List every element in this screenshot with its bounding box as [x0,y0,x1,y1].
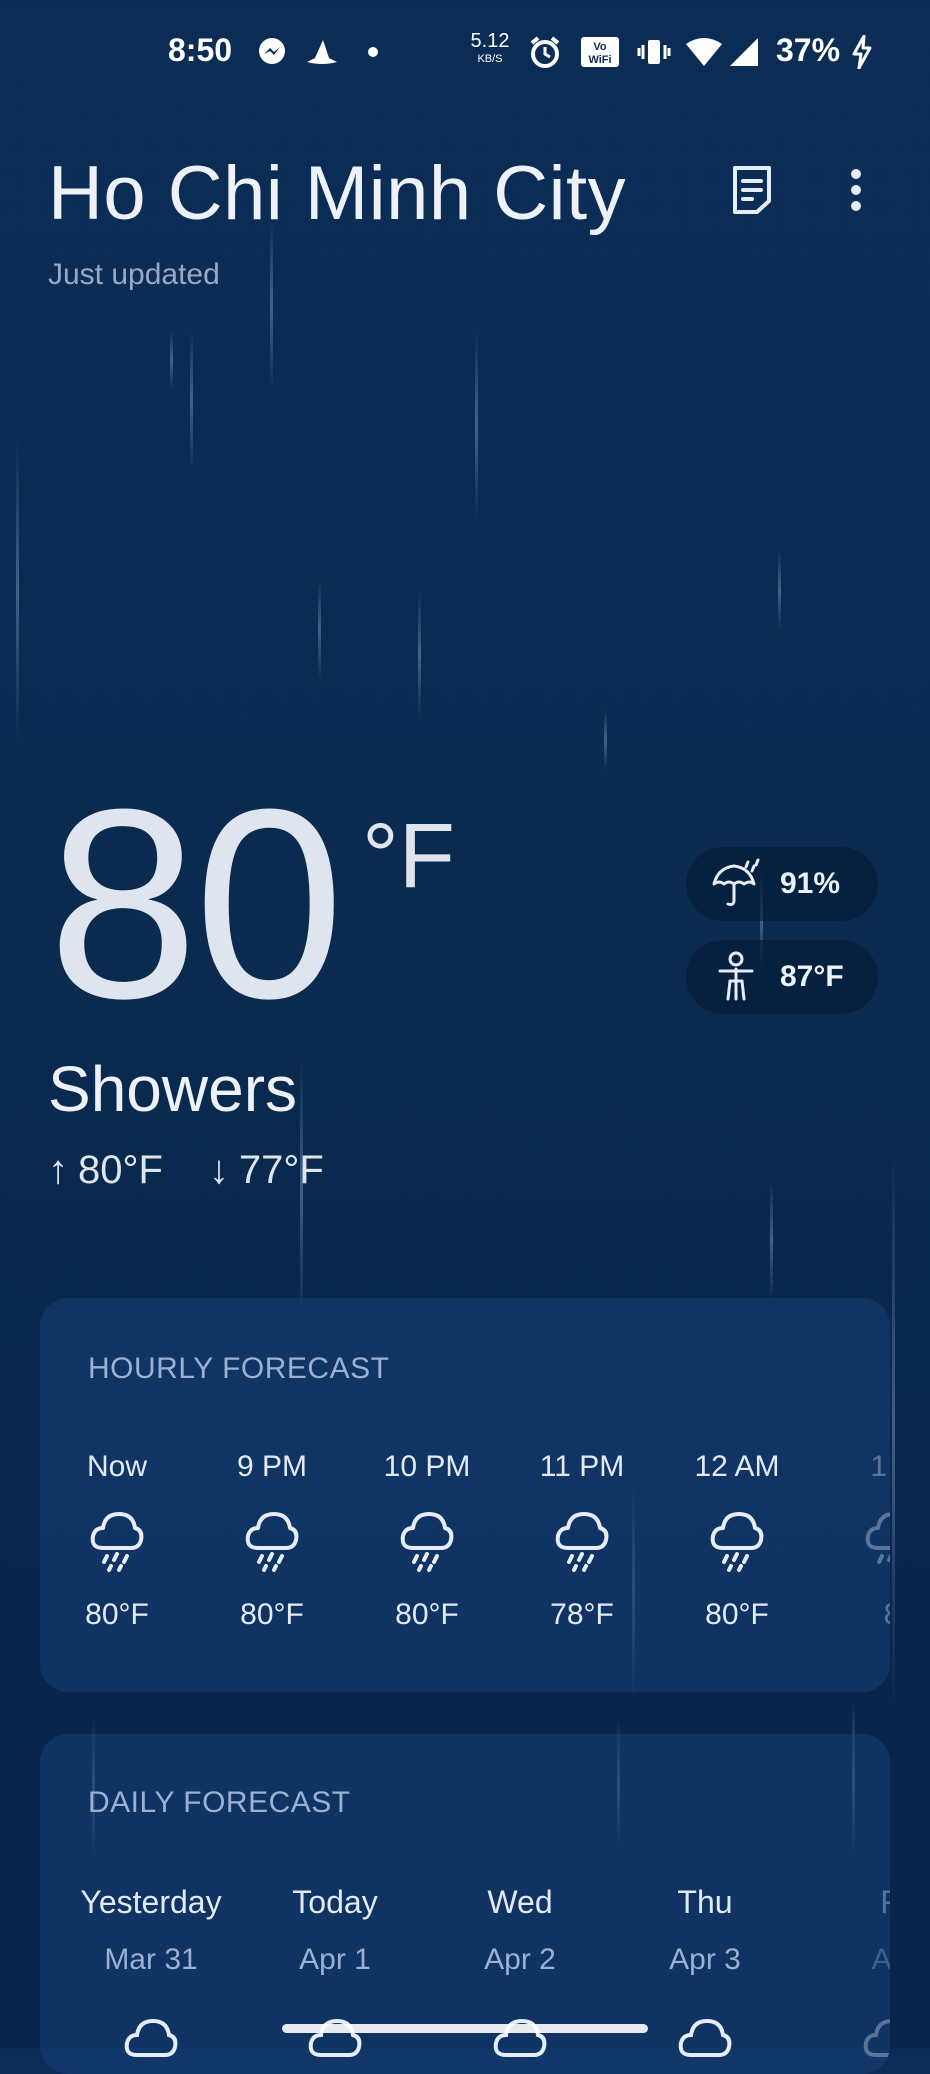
hourly-item[interactable]: 11 PM 78°F [517,1450,647,1632]
day-name: Yesterday [80,1884,222,1920]
notification-dot-icon [366,34,380,70]
document-icon [733,166,771,214]
current-temperature: 80 [48,754,344,1055]
day-date: Apr 3 [669,1943,741,1976]
cloud-icon [620,2017,790,2057]
day-name: Thu [677,1884,733,1920]
day-name: F [880,1884,890,1920]
high-low: ↑ 80°F ↓ 77°F [48,1148,324,1193]
svg-text:Vo: Vo [593,41,607,53]
cloud-icon [250,2017,420,2057]
hourly-item[interactable]: 12 AM 80°F [672,1450,802,1632]
vibrate-icon [636,34,672,70]
day-date: Apr 2 [484,1943,556,1976]
more-options-button[interactable] [826,160,886,220]
charging-bolt-icon [848,34,876,70]
cloud-icon [805,2017,890,2057]
rain-cloud-icon [52,1508,182,1578]
day-date: Apr 1 [299,1943,371,1976]
precipitation-chip[interactable]: 91% [686,847,878,921]
hour-label: Now [86,1450,147,1483]
wifi-icon [684,34,724,70]
day-date: Ap [871,1943,890,1976]
last-updated: Just updated [48,258,220,291]
umbrella-rain-icon [706,854,766,914]
rain-cloud-icon [827,1508,890,1578]
low-temp: ↓ 77°F [208,1148,324,1192]
hour-label: 12 AM [694,1450,780,1483]
hour-label: 1 A [870,1450,890,1483]
news-button[interactable] [722,160,782,220]
city-name: Ho Chi Minh City [48,151,627,236]
daily-forecast-card[interactable]: DAILY FORECAST Yesterday Mar 31 Today Ap… [40,1734,890,2074]
temperature-unit: °F [362,805,455,907]
arrow-down-icon: ↓ [208,1148,229,1192]
hourly-forecast-card[interactable]: HOURLY FORECAST Now 80°F 9 PM 80°F 10 PM… [40,1298,890,1692]
hourly-forecast-title: HOURLY FORECAST [88,1352,390,1385]
messenger-icon [254,34,290,70]
network-speed: 5.12 KB/S [470,30,510,65]
daily-forecast-title: DAILY FORECAST [88,1786,351,1819]
status-bar: 8:50 5.12 KB/S Vo WiFi 37% [0,0,930,106]
hour-temp: 78°F [550,1598,614,1631]
rain-cloud-icon [672,1508,802,1578]
hour-label: 11 PM [539,1450,625,1483]
person-feels-like-icon [706,947,766,1007]
weather-condition: Showers [48,1053,297,1125]
hourly-item[interactable]: 9 PM 80°F [207,1450,337,1632]
daily-item[interactable]: F Ap [805,1884,890,2057]
daily-item[interactable]: Yesterday Mar 31 [66,1884,236,2057]
day-name: Today [292,1884,378,1920]
feels-like-value: 87°F [780,960,844,993]
cloud-icon [66,2017,236,2057]
cellular-signal-icon [726,34,762,70]
alarm-icon [526,34,564,70]
more-vert-icon [851,169,861,211]
wizard-hat-icon [302,34,342,70]
hour-temp: 80°F [395,1598,459,1631]
day-name: Wed [487,1884,553,1920]
vowifi-icon: Vo WiFi [578,34,622,70]
svg-text:WiFi: WiFi [588,54,611,66]
hour-temp: 80°F [705,1598,769,1631]
hour-temp: 80°F [85,1598,149,1631]
rain-cloud-icon [517,1508,647,1578]
home-indicator[interactable] [282,2024,648,2033]
hourly-item[interactable]: 1 A 8 [827,1450,890,1632]
high-temp: ↑ 80°F [48,1148,163,1192]
arrow-up-icon: ↑ [48,1148,68,1192]
day-date: Mar 31 [104,1943,198,1976]
rain-cloud-icon [362,1508,492,1578]
status-time: 8:50 [168,32,233,68]
feels-like-chip[interactable]: 87°F [686,940,878,1014]
cloud-icon [435,2017,605,2057]
hour-label: 9 PM [236,1450,308,1483]
hourly-item[interactable]: 10 PM 80°F [362,1450,492,1632]
hour-temp: 8 [827,1598,890,1632]
precipitation-value: 91% [780,867,841,900]
battery-percent: 37% [776,32,841,68]
hourly-item[interactable]: Now 80°F [52,1450,182,1632]
hour-temp: 80°F [240,1598,304,1631]
hour-label: 10 PM [383,1450,471,1483]
rain-cloud-icon [207,1508,337,1578]
